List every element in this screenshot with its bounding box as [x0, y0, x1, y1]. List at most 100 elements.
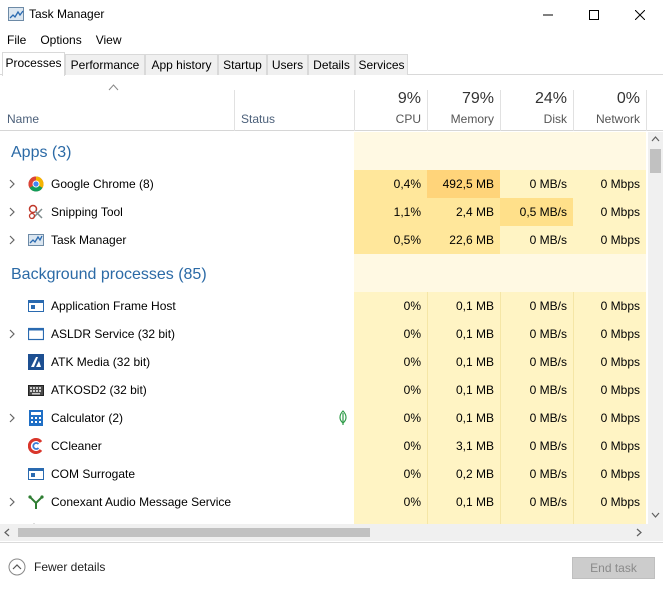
table-row[interactable]: Application Frame Host 0% 0,1 MB 0 MB/s …	[0, 292, 648, 320]
snipping-tool-icon	[28, 204, 43, 220]
cpu-total: 9%	[397, 90, 421, 107]
tab-startup[interactable]: Startup	[218, 54, 267, 75]
network-cell: 0 Mbps	[600, 411, 640, 425]
network-cell: 0 Mbps	[573, 170, 646, 198]
column-divider	[573, 90, 574, 131]
menu-file[interactable]: File	[0, 31, 33, 49]
column-divider	[646, 90, 647, 131]
window-icon	[28, 300, 44, 312]
window-icon	[28, 468, 44, 480]
scroll-left-icon[interactable]	[4, 528, 10, 537]
leaf-icon	[339, 410, 347, 425]
column-name[interactable]: Name	[7, 112, 39, 126]
network-cell: 0 Mbps	[600, 299, 640, 313]
conexant-icon	[28, 495, 44, 509]
memory-cell: 22,6 MB	[427, 226, 500, 254]
column-network[interactable]: 0% Network	[573, 76, 646, 131]
tab-processes[interactable]: Processes	[2, 52, 65, 76]
disk-cell: 0 MB/s	[529, 327, 567, 341]
minimize-button[interactable]	[525, 0, 571, 30]
network-cell: 0 Mbps	[600, 467, 640, 481]
vertical-scrollbar[interactable]	[648, 132, 663, 524]
network-cell: 0 Mbps	[573, 226, 646, 254]
memory-cell: 0,2 MB	[455, 467, 494, 481]
table-row[interactable]: Google Chrome (8) 0,4% 492,5 MB 0 MB/s 0…	[0, 170, 648, 198]
tab-app-history[interactable]: App history	[145, 54, 218, 75]
table-row[interactable]: ATKOSD2 (32 bit) 0% 0,1 MB 0 MB/s 0 Mbps	[0, 376, 648, 404]
chevron-right-icon[interactable]	[8, 235, 16, 245]
process-name: COM Surrogate	[51, 467, 136, 481]
scroll-up-icon[interactable]	[651, 136, 660, 142]
cpu-label: CPU	[395, 112, 421, 126]
chevron-right-icon[interactable]	[8, 329, 16, 339]
horizontal-scroll-thumb[interactable]	[18, 528, 370, 537]
process-name: CCleaner	[51, 439, 102, 453]
memory-cell: 2,4 MB	[427, 198, 500, 226]
column-disk[interactable]: 24% Disk	[500, 76, 573, 131]
table-row[interactable]: CCleaner 0% 3,1 MB 0 MB/s 0 Mbps	[0, 432, 648, 460]
chevron-right-icon[interactable]	[8, 413, 16, 423]
horizontal-scrollbar[interactable]	[0, 524, 648, 541]
tab-users[interactable]: Users	[267, 54, 308, 75]
menu-view[interactable]: View	[89, 31, 129, 49]
column-divider	[234, 90, 235, 131]
network-cell: 0 Mbps	[600, 495, 640, 509]
scrollbar-corner	[648, 524, 663, 541]
menu-options[interactable]: Options	[33, 31, 88, 49]
window-title: Task Manager	[29, 7, 105, 21]
maximize-button[interactable]	[571, 0, 617, 30]
process-name: Snipping Tool	[51, 205, 123, 219]
tab-bar: Processes Performance App history Startu…	[0, 52, 663, 76]
title-bar: Task Manager	[0, 0, 663, 30]
disk-cell: 0 MB/s	[529, 411, 567, 425]
vertical-scroll-thumb[interactable]	[650, 149, 661, 173]
disk-cell: 0 MB/s	[529, 299, 567, 313]
table-row[interactable]: ASLDR Service (32 bit) 0% 0,1 MB 0 MB/s …	[0, 320, 648, 348]
disk-cell: 0 MB/s	[529, 383, 567, 397]
chevron-right-icon[interactable]	[8, 207, 16, 217]
end-task-button[interactable]: End task	[572, 557, 655, 579]
ccleaner-icon	[28, 438, 43, 454]
network-total: 0%	[616, 90, 640, 107]
cpu-cell: 0%	[403, 467, 421, 481]
table-row[interactable]: Snipping Tool 1,1% 2,4 MB 0,5 MB/s 0 Mbp…	[0, 198, 648, 226]
tab-details[interactable]: Details	[308, 54, 355, 75]
tab-services[interactable]: Services	[355, 54, 408, 75]
tab-performance[interactable]: Performance	[65, 54, 145, 75]
column-header: 9% CPU 79% Memory 24% Disk 0% Network	[0, 76, 663, 131]
chevron-up-circle-icon[interactable]	[8, 558, 26, 576]
disk-cell: 0 MB/s	[529, 439, 567, 453]
process-name: Google Chrome (8)	[51, 177, 154, 191]
scroll-right-icon[interactable]	[636, 528, 642, 537]
network-cell: 0 Mbps	[600, 327, 640, 341]
chevron-right-icon[interactable]	[8, 497, 16, 507]
column-memory[interactable]: 79% Memory	[427, 76, 500, 131]
process-name: ATK Media (32 bit)	[51, 355, 151, 369]
process-name: Calculator (2)	[51, 411, 124, 425]
table-row[interactable]: Task Manager 0,5% 22,6 MB 0 MB/s 0 Mbps	[0, 226, 648, 254]
memory-cell: 492,5 MB	[427, 170, 500, 198]
cpu-cell: 0%	[403, 355, 421, 369]
scroll-down-icon[interactable]	[651, 512, 660, 518]
process-name: Application Frame Host	[51, 299, 176, 313]
process-name: ASLDR Service (32 bit)	[51, 327, 176, 341]
column-divider	[354, 90, 355, 131]
cpu-cell: 0,5%	[354, 226, 427, 254]
footer: Fewer details End task	[0, 542, 663, 591]
column-cpu[interactable]: 9% CPU	[354, 76, 427, 131]
chevron-right-icon[interactable]	[8, 179, 16, 189]
process-list: Apps (3) Google Chrome (8) 0,4% 492,5 MB…	[0, 132, 648, 524]
table-row[interactable]: COM Surrogate 0% 0,2 MB 0 MB/s 0 Mbps	[0, 460, 648, 488]
fewer-details-link[interactable]: Fewer details	[34, 560, 105, 574]
close-button[interactable]	[617, 0, 663, 30]
table-row[interactable]: Conexant Audio Message Service 0% 0,1 MB…	[0, 488, 648, 516]
group-label-background: Background processes (85)	[11, 266, 207, 283]
task-manager-app-icon	[8, 7, 24, 21]
table-row[interactable]	[0, 516, 648, 524]
column-status[interactable]: Status	[241, 112, 275, 126]
memory-total: 79%	[461, 90, 494, 107]
disk-cell: 0 MB/s	[529, 355, 567, 369]
table-row[interactable]: Calculator (2) 0% 0,1 MB 0 MB/s 0 Mbps	[0, 404, 648, 432]
memory-label: Memory	[450, 112, 494, 126]
table-row[interactable]: ATK Media (32 bit) 0% 0,1 MB 0 MB/s 0 Mb…	[0, 348, 648, 376]
